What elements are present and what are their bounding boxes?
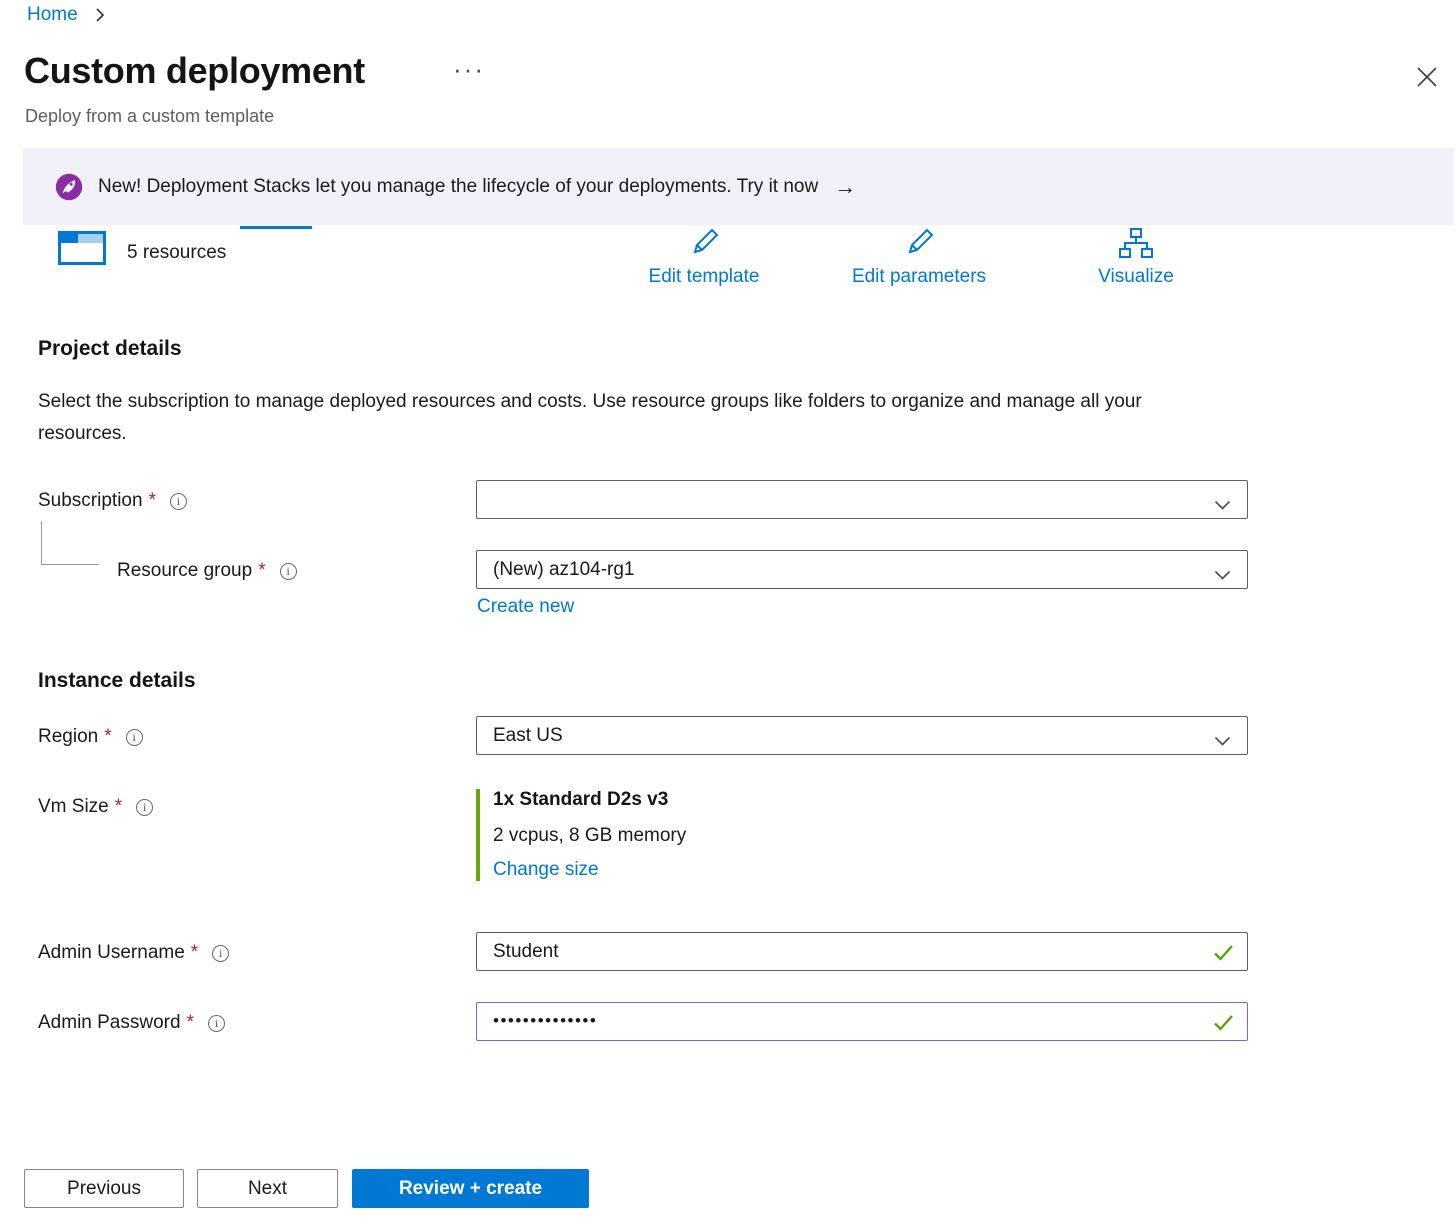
subscription-label: Subscription *: [38, 490, 187, 512]
project-details-description: Select the subscription to manage deploy…: [38, 386, 1193, 450]
info-icon[interactable]: [136, 799, 153, 816]
breadcrumb-home-link[interactable]: Home: [27, 4, 78, 26]
previous-button[interactable]: Previous: [24, 1169, 184, 1208]
create-new-link[interactable]: Create new: [477, 596, 574, 618]
subscription-select[interactable]: [476, 480, 1248, 519]
vm-size-label-text: Vm Size: [38, 796, 109, 818]
required-asterisk: *: [191, 942, 198, 964]
truncated-link-fragment: [240, 226, 312, 229]
info-icon[interactable]: [212, 945, 229, 962]
field-connector-line: [41, 521, 99, 565]
region-select[interactable]: East US: [476, 716, 1248, 755]
resource-group-label-text: Resource group: [117, 560, 252, 582]
page-subtitle: Deploy from a custom template: [25, 106, 274, 127]
chevron-right-icon: [94, 7, 106, 23]
required-asterisk: *: [258, 560, 265, 582]
close-icon[interactable]: [1412, 62, 1442, 92]
deployment-stacks-banner[interactable]: New! Deployment Stacks let you manage th…: [23, 148, 1454, 225]
region-label-text: Region: [38, 726, 98, 748]
edit-template-button[interactable]: Edit template: [630, 228, 778, 288]
banner-text: New! Deployment Stacks let you manage th…: [98, 176, 818, 198]
change-size-link[interactable]: Change size: [493, 859, 599, 881]
resource-group-value: (New) az104-rg1: [493, 559, 635, 581]
page-title: Custom deployment: [24, 50, 365, 92]
admin-username-label: Admin Username *: [38, 942, 229, 964]
admin-username-label-text: Admin Username: [38, 942, 185, 964]
admin-password-input[interactable]: ••••••••••••••: [476, 1002, 1248, 1041]
region-label: Region *: [38, 726, 143, 748]
edit-parameters-button[interactable]: Edit parameters: [836, 228, 1002, 288]
review-create-button[interactable]: Review + create: [352, 1169, 589, 1208]
visualize-button[interactable]: Visualize: [1090, 228, 1182, 288]
visualize-icon: [1118, 228, 1154, 263]
admin-username-value: Student: [493, 941, 559, 963]
required-asterisk: *: [187, 1012, 194, 1034]
vm-size-title: 1x Standard D2s v3: [493, 789, 686, 811]
vm-size-detail: 2 vcpus, 8 GB memory: [493, 825, 686, 847]
required-asterisk: *: [149, 490, 156, 512]
rocket-icon: [55, 173, 83, 201]
info-icon[interactable]: [170, 493, 187, 510]
vm-size-label: Vm Size *: [38, 796, 153, 818]
subscription-label-text: Subscription: [38, 490, 143, 512]
next-button[interactable]: Next: [197, 1169, 338, 1208]
edit-pencil-icon: [904, 228, 934, 263]
more-options-icon[interactable]: [453, 56, 485, 82]
arrow-right-icon: →: [834, 174, 856, 200]
admin-password-label-text: Admin Password: [38, 1012, 181, 1034]
visualize-label: Visualize: [1098, 266, 1174, 288]
chevron-down-icon: [1214, 495, 1231, 517]
edit-parameters-label: Edit parameters: [852, 266, 986, 288]
required-asterisk: *: [104, 726, 111, 748]
valid-check-icon: [1213, 944, 1234, 967]
required-asterisk: *: [115, 796, 122, 818]
chevron-down-icon: [1214, 731, 1231, 753]
edit-template-label: Edit template: [649, 266, 760, 288]
info-icon[interactable]: [208, 1015, 225, 1032]
chevron-down-icon: [1214, 565, 1231, 587]
valid-check-icon: [1213, 1014, 1234, 1037]
template-resources-icon: [58, 231, 106, 270]
resources-count-label: 5 resources: [127, 242, 226, 264]
resource-group-label: Resource group *: [117, 560, 297, 582]
admin-username-input[interactable]: Student: [476, 932, 1248, 971]
instance-details-heading: Instance details: [38, 669, 196, 693]
vm-size-selection: 1x Standard D2s v3 2 vcpus, 8 GB memory …: [476, 789, 686, 881]
info-icon[interactable]: [280, 563, 297, 580]
breadcrumb: Home: [27, 4, 106, 26]
custom-deployment-page: Home Custom deployment Deploy from a cus…: [0, 0, 1456, 1219]
region-value: East US: [493, 725, 563, 747]
edit-pencil-icon: [689, 228, 719, 263]
resource-group-select[interactable]: (New) az104-rg1: [476, 550, 1248, 589]
admin-password-value: ••••••••••••••: [493, 1011, 597, 1031]
info-icon[interactable]: [126, 729, 143, 746]
project-details-heading: Project details: [38, 337, 182, 361]
admin-password-label: Admin Password *: [38, 1012, 225, 1034]
